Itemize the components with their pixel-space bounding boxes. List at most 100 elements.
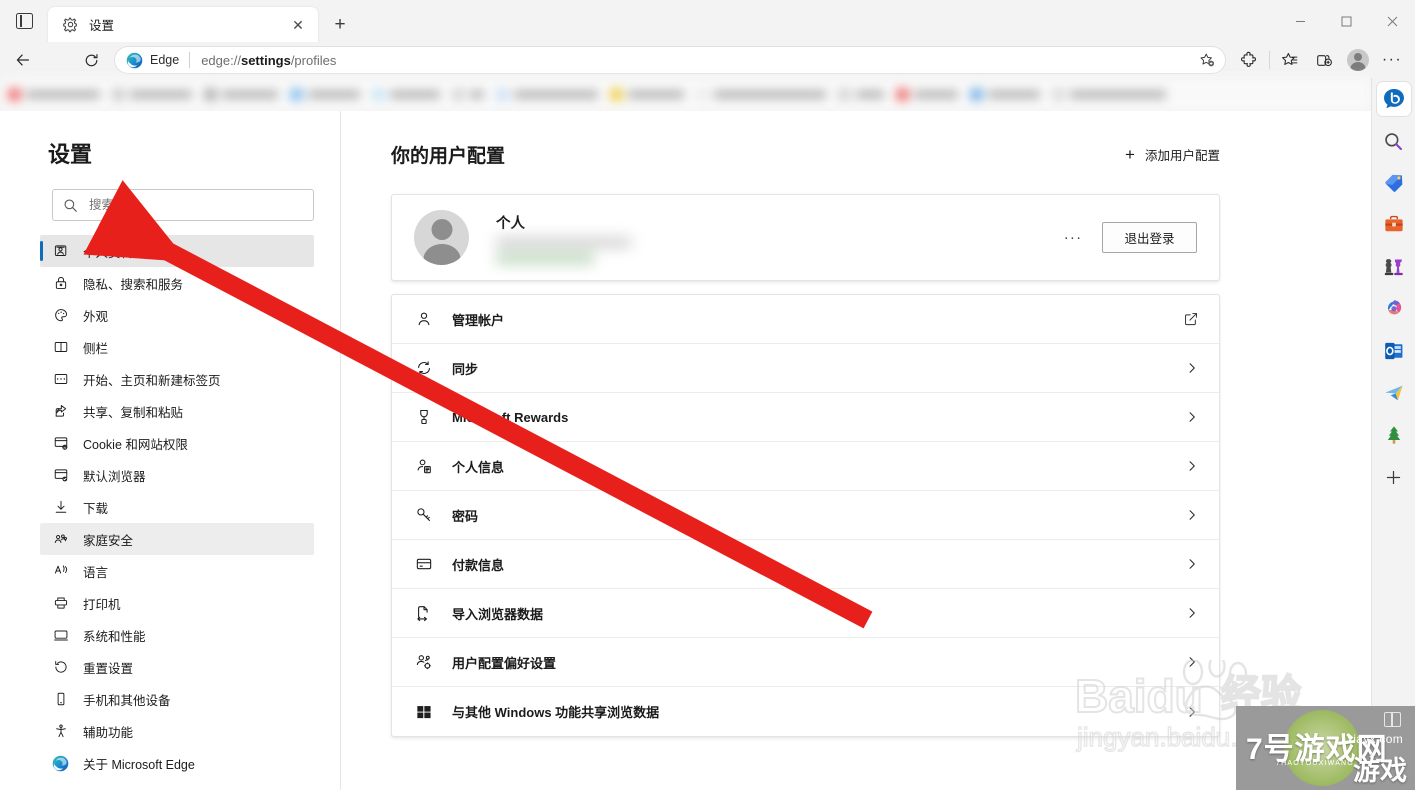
chevron-right-icon[interactable] bbox=[1185, 606, 1199, 620]
settings-row-3[interactable]: 个人信息 bbox=[392, 442, 1219, 491]
address-bar[interactable]: Edge edge://settings/profiles bbox=[114, 46, 1226, 74]
games-icon[interactable] bbox=[1377, 250, 1411, 284]
sidebar-item-3[interactable]: 侧栏 bbox=[40, 331, 314, 363]
chevron-right-icon[interactable] bbox=[1185, 557, 1199, 571]
bookmark-item[interactable] bbox=[610, 84, 684, 106]
tab-close-button[interactable]: ✕ bbox=[286, 13, 310, 37]
chevron-right-icon[interactable] bbox=[1185, 705, 1199, 719]
shopping-tag-icon[interactable] bbox=[1377, 166, 1411, 200]
sidebar-item-label: 隐私、搜索和服务 bbox=[83, 277, 184, 292]
chevron-right-icon[interactable] bbox=[1185, 459, 1199, 473]
windows-icon bbox=[414, 702, 434, 722]
settings-row-7[interactable]: 用户配置偏好设置 bbox=[392, 638, 1219, 687]
browser-more-button[interactable]: ··· bbox=[1375, 45, 1409, 75]
profile-more-button[interactable]: ··· bbox=[1058, 223, 1088, 253]
sidebar-item-14[interactable]: 手机和其他设备 bbox=[40, 683, 314, 715]
add-tab-group-button[interactable] bbox=[1307, 45, 1341, 75]
sidebar-item-16[interactable]: 关于 Microsoft Edge bbox=[40, 747, 314, 779]
settings-row-2[interactable]: Microsoft Rewards bbox=[392, 393, 1219, 442]
sidebar-item-0[interactable]: 个人资料 bbox=[40, 235, 314, 267]
bookmark-item[interactable] bbox=[452, 84, 484, 106]
microsoft-365-icon[interactable] bbox=[1377, 292, 1411, 326]
bookmark-item[interactable] bbox=[372, 84, 440, 106]
sidebar-item-11[interactable]: 打印机 bbox=[40, 587, 314, 619]
sidebar-item-7[interactable]: 默认浏览器 bbox=[40, 459, 314, 491]
bookmark-favicon bbox=[8, 88, 21, 101]
outlook-icon[interactable] bbox=[1377, 334, 1411, 368]
bookmark-item[interactable] bbox=[112, 84, 192, 106]
settings-row-label: 密码 bbox=[452, 508, 479, 524]
new-tab-button[interactable]: + bbox=[324, 9, 356, 39]
chevron-right-icon[interactable] bbox=[1185, 361, 1199, 375]
tab-list-button[interactable] bbox=[0, 0, 48, 42]
logo-domain: xiayx.com bbox=[1346, 732, 1403, 746]
add-profile-button[interactable]: + 添加用户配置 bbox=[1125, 145, 1220, 164]
phone-icon bbox=[52, 691, 69, 708]
minimize-button[interactable] bbox=[1277, 0, 1323, 42]
sidebar-item-4[interactable]: 开始、主页和新建标签页 bbox=[40, 363, 314, 395]
maximize-button[interactable] bbox=[1323, 0, 1369, 42]
bookmark-item[interactable] bbox=[8, 84, 100, 106]
plus-icon: + bbox=[1125, 145, 1135, 164]
profile-icon bbox=[52, 243, 69, 260]
bookmarks-bar[interactable] bbox=[0, 78, 1371, 111]
sidebar-item-8[interactable]: 下载 bbox=[40, 491, 314, 523]
settings-row-5[interactable]: 付款信息 bbox=[392, 540, 1219, 589]
add-sidebar-app-button[interactable] bbox=[1377, 460, 1411, 494]
chevron-right-icon[interactable] bbox=[1185, 410, 1199, 424]
sidebar-item-10[interactable]: 语言 bbox=[40, 555, 314, 587]
download-icon bbox=[52, 499, 69, 516]
bookmark-item[interactable] bbox=[896, 84, 958, 106]
copilot-bing-icon[interactable] bbox=[1376, 82, 1411, 116]
settings-row-label: 与其他 Windows 功能共享浏览数据 bbox=[452, 705, 660, 720]
settings-row-6[interactable]: 导入浏览器数据 bbox=[392, 589, 1219, 638]
settings-row-1[interactable]: 同步 bbox=[392, 344, 1219, 393]
bookmark-item[interactable] bbox=[204, 84, 278, 106]
reset-icon bbox=[52, 659, 69, 676]
bookmark-item[interactable] bbox=[696, 84, 826, 106]
profile-button[interactable] bbox=[1341, 45, 1375, 75]
bookmark-favicon bbox=[452, 88, 465, 101]
chevron-right-icon[interactable] bbox=[1185, 655, 1199, 669]
sign-out-button[interactable]: 退出登录 bbox=[1102, 222, 1197, 253]
paper-plane-icon[interactable] bbox=[1377, 376, 1411, 410]
bookmark-item[interactable] bbox=[496, 84, 598, 106]
sidebar-item-12[interactable]: 系统和性能 bbox=[40, 619, 314, 651]
sidebar-item-13[interactable]: 重置设置 bbox=[40, 651, 314, 683]
import-icon bbox=[414, 603, 434, 623]
star-add-icon[interactable] bbox=[1194, 48, 1220, 72]
sidebar-item-6[interactable]: Cookie 和网站权限 bbox=[40, 427, 314, 459]
settings-search[interactable] bbox=[52, 189, 314, 221]
bookmark-item[interactable] bbox=[290, 84, 360, 106]
sidebar-item-2[interactable]: 外观 bbox=[40, 299, 314, 331]
main-heading: 你的用户配置 bbox=[391, 146, 506, 167]
sidebar-item-1[interactable]: 隐私、搜索和服务 bbox=[40, 267, 314, 299]
pin-sidebar-icon[interactable] bbox=[1384, 712, 1401, 727]
sidebar-item-label: 手机和其他设备 bbox=[83, 693, 171, 708]
browser-tab-settings[interactable]: 设置 ✕ bbox=[48, 7, 318, 42]
settings-row-label: 导入浏览器数据 bbox=[452, 606, 544, 622]
tools-briefcase-icon[interactable] bbox=[1377, 208, 1411, 242]
family-icon bbox=[52, 531, 69, 548]
settings-row-0[interactable]: 管理帐户 bbox=[392, 295, 1219, 344]
external-link-icon[interactable] bbox=[1183, 311, 1199, 327]
search-input[interactable] bbox=[89, 198, 303, 212]
sidebar-item-15[interactable]: 辅助功能 bbox=[40, 715, 314, 747]
collections-button[interactable] bbox=[1273, 45, 1307, 75]
accessibility-icon bbox=[52, 723, 69, 740]
close-button[interactable] bbox=[1369, 0, 1415, 42]
bookmark-item[interactable] bbox=[970, 84, 1040, 106]
sidebar-item-label: 关于 Microsoft Edge bbox=[83, 757, 195, 772]
sidebar-item-9[interactable]: 家庭安全 bbox=[40, 523, 314, 555]
extensions-button[interactable] bbox=[1232, 45, 1266, 75]
sidebar-item-5[interactable]: 共享、复制和粘贴 bbox=[40, 395, 314, 427]
search-icon[interactable] bbox=[1377, 124, 1411, 158]
settings-row-4[interactable]: 密码 bbox=[392, 491, 1219, 540]
bookmark-item[interactable] bbox=[838, 84, 884, 106]
chevron-right-icon[interactable] bbox=[1185, 508, 1199, 522]
tree-icon[interactable] bbox=[1377, 418, 1411, 452]
bookmark-item[interactable] bbox=[1052, 84, 1166, 106]
refresh-button[interactable] bbox=[74, 45, 108, 75]
settings-row-8[interactable]: 与其他 Windows 功能共享浏览数据 bbox=[392, 687, 1219, 736]
back-button[interactable] bbox=[6, 45, 40, 75]
